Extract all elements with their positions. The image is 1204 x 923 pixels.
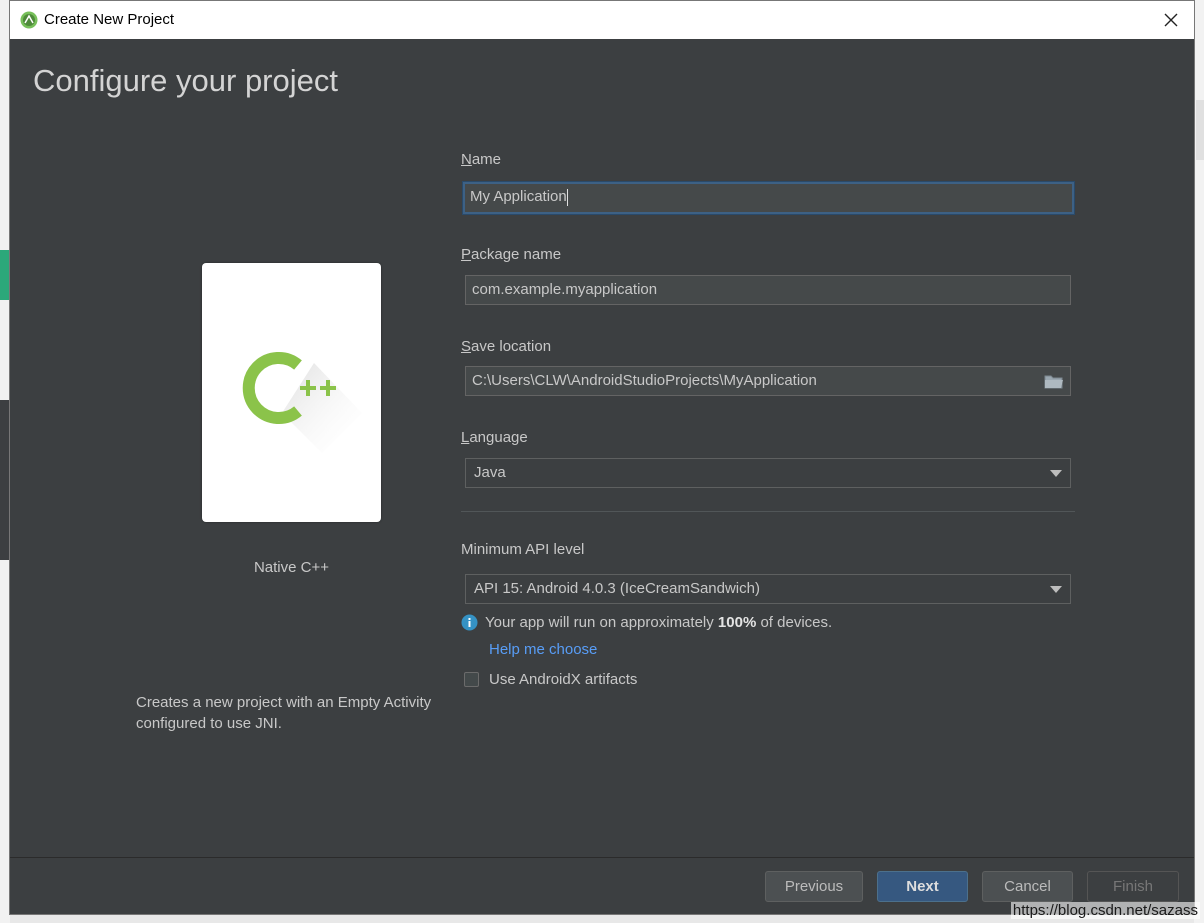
page-title: Configure your project [33, 63, 338, 98]
next-button[interactable]: Next [877, 871, 968, 902]
name-label-mnemonic: N [461, 151, 472, 168]
template-preview-card [202, 263, 381, 522]
androidx-checkbox[interactable] [464, 672, 479, 687]
save-location-input[interactable]: C:\Users\CLW\AndroidStudioProjects\MyApp… [465, 366, 1071, 396]
androidx-checkbox-row[interactable]: Use AndroidX artifacts [464, 671, 637, 688]
android-studio-icon [20, 11, 38, 29]
save-label-mnemonic: S [461, 338, 472, 355]
previous-button[interactable]: Previous [765, 871, 863, 902]
name-label: Name [461, 151, 501, 168]
save-label-text: ave location [471, 338, 552, 355]
watermark: https://blog.csdn.net/sazass [1010, 902, 1200, 919]
min-api-label: Minimum API level [461, 541, 585, 558]
save-location-label: Save location [461, 338, 551, 355]
create-project-dialog: Create New Project Configure your projec… [9, 0, 1195, 915]
package-label-mnemonic: P [461, 246, 472, 263]
package-name-value: com.example.myapplication [472, 281, 658, 298]
cancel-button[interactable]: Cancel [982, 871, 1073, 902]
language-select-value: Java [474, 464, 506, 481]
divider [461, 511, 1075, 512]
min-api-select[interactable]: API 15: Android 4.0.3 (IceCreamSandwich) [465, 574, 1071, 604]
text-caret [566, 188, 568, 206]
package-name-input[interactable]: com.example.myapplication [465, 275, 1071, 305]
finish-button[interactable]: Finish [1087, 871, 1179, 902]
template-name: Native C++ [253, 559, 330, 576]
package-name-label: Package name [461, 246, 561, 263]
package-label-text: ackage name [471, 246, 562, 263]
background-ide-left-accent [0, 250, 9, 300]
androidx-checkbox-label: Use AndroidX artifacts [489, 671, 638, 688]
info-icon [461, 614, 478, 631]
language-label-text: anguage [469, 429, 528, 446]
language-label: Language [461, 429, 528, 446]
save-location-value: C:\Users\CLW\AndroidStudioProjects\MyApp… [472, 372, 817, 389]
title-bar: Create New Project [10, 1, 1194, 39]
cpp-icon [242, 352, 362, 453]
close-icon[interactable] [1160, 9, 1182, 31]
window-title: Create New Project [44, 11, 175, 28]
device-coverage-info: Your app will run on approximately 100% … [461, 614, 832, 631]
folder-icon[interactable] [1044, 374, 1064, 394]
background-ide-right-panel [1196, 100, 1204, 160]
name-input-value: My Application [470, 188, 567, 205]
chevron-down-icon [1050, 470, 1062, 477]
template-description: Creates a new project with an Empty Acti… [136, 694, 432, 732]
language-select[interactable]: Java [465, 458, 1071, 488]
chevron-down-icon [1050, 586, 1062, 593]
info-text-prefix: Your app will run on approximately [485, 614, 718, 631]
footer-divider [10, 857, 1194, 858]
min-api-select-value: API 15: Android 4.0.3 (IceCreamSandwich) [474, 580, 760, 597]
help-me-choose-link[interactable]: Help me choose [489, 641, 597, 658]
name-label-text: ame [471, 151, 502, 168]
name-input[interactable]: My Application [463, 182, 1074, 214]
info-percent: 100% [717, 614, 757, 631]
info-text-suffix: of devices. [756, 614, 833, 631]
